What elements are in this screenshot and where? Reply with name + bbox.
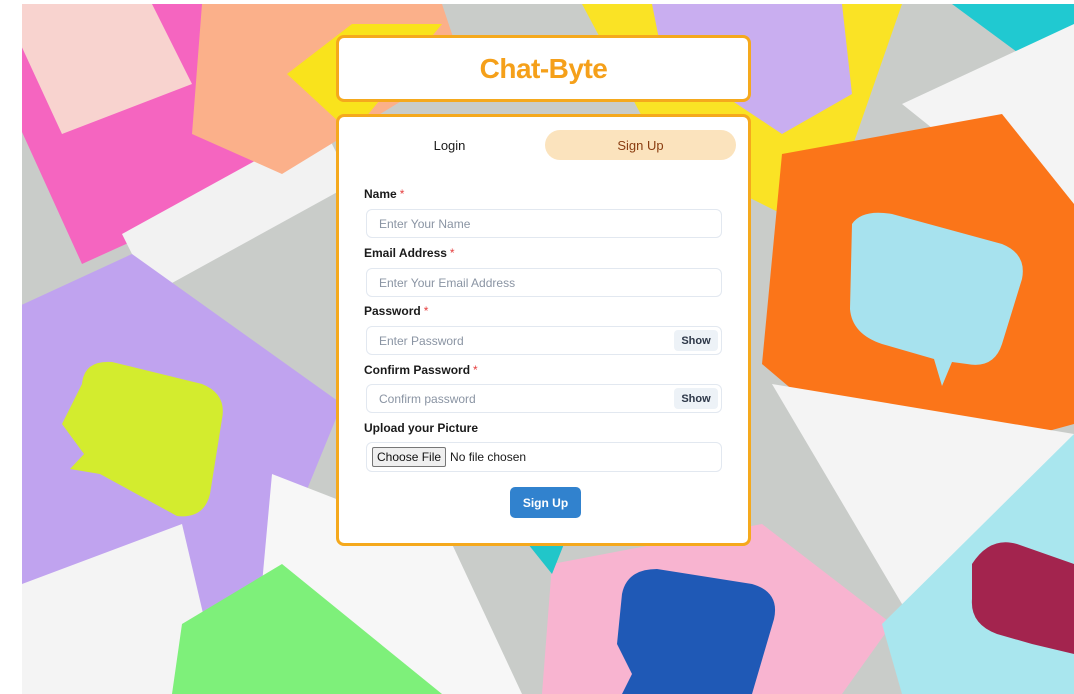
tab-login[interactable]: Login: [354, 130, 545, 160]
name-input[interactable]: [366, 209, 722, 238]
required-mark: *: [399, 187, 405, 201]
password-label-text: Password: [364, 304, 421, 318]
file-status: No file chosen: [450, 450, 527, 464]
picture-label: Upload your Picture: [364, 421, 478, 435]
name-label-text: Name: [364, 187, 397, 201]
picture-file-input[interactable]: Choose File No file chosen: [366, 442, 722, 472]
tab-sign-up[interactable]: Sign Up: [545, 130, 736, 160]
confirm-password-input[interactable]: [366, 384, 722, 413]
auth-card: Login Sign Up Name* Email Address* Passw…: [336, 114, 751, 546]
tab-login-label: Login: [433, 137, 466, 153]
confirm-password-show-button[interactable]: Show: [674, 388, 718, 409]
required-mark: *: [449, 246, 455, 260]
required-mark: *: [473, 363, 478, 377]
email-label: Email Address *: [364, 246, 455, 260]
confirm-password-label: Confirm Password *: [364, 363, 478, 377]
picture-label-text: Upload your Picture: [364, 421, 479, 435]
confirm-password-label-text: Confirm Password: [364, 363, 471, 377]
password-input[interactable]: [366, 326, 722, 355]
app-title: Chat-Byte: [479, 52, 608, 84]
sign-up-button[interactable]: Sign Up: [510, 487, 581, 518]
password-show-button[interactable]: Show: [674, 330, 718, 351]
auth-tabs: Login Sign Up: [354, 130, 736, 160]
password-label: Password *: [364, 304, 428, 318]
required-mark: *: [423, 304, 429, 318]
email-label-text: Email Address: [364, 246, 447, 260]
email-input[interactable]: [366, 268, 722, 297]
choose-file-button[interactable]: Choose File: [372, 447, 447, 467]
tab-sign-up-label: Sign Up: [617, 137, 664, 153]
name-label: Name *: [364, 187, 404, 201]
app-header: Chat-Byte: [336, 35, 751, 102]
